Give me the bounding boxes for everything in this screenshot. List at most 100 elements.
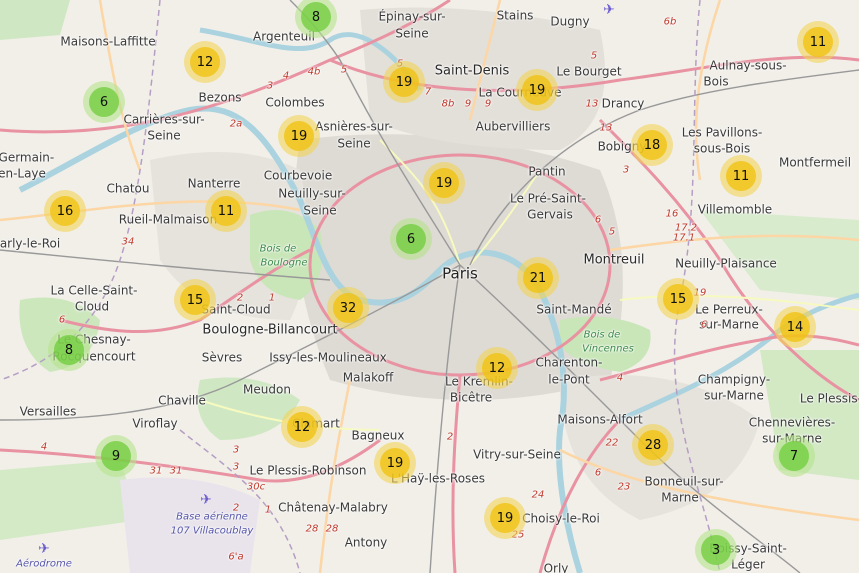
marker-cluster-count: 3 [701,535,731,565]
place-label: Cloud [74,299,110,314]
marker-cluster[interactable]: 6 [83,81,125,123]
marker-cluster[interactable]: 32 [327,287,369,329]
road-number-label: 5 [340,64,348,76]
place-label: Asnières-sur- [315,119,393,134]
marker-cluster[interactable]: 9 [95,435,137,477]
marker-cluster[interactable]: 19 [423,162,465,204]
marker-cluster[interactable]: 16 [44,190,86,232]
marker-cluster[interactable]: 18 [631,124,673,166]
place-label: Vitry-sur-Seine [473,447,561,462]
road-number-label: 13 [599,122,613,134]
marker-cluster-count: 11 [803,27,833,57]
place-label: arly-le-Roi [0,236,61,251]
marker-cluster-count: 32 [333,293,363,323]
marker-cluster[interactable]: 6 [390,218,432,260]
place-label: Neuilly-Plaisance [675,256,777,271]
place-label: Saint-Mandé [536,302,612,317]
place-label: Bicêtre [449,390,493,405]
marker-cluster[interactable]: 15 [657,278,699,320]
marker-cluster[interactable]: 19 [374,442,416,484]
place-label: Colombes [265,95,325,110]
place-label: Le Plessis-Robinson [249,463,367,478]
road-number-label: 5 [608,226,616,238]
park-label: Vincennes [582,343,634,355]
place-label: Gervais [527,207,573,222]
road-number-label: 7 [424,86,432,98]
marker-cluster[interactable]: 19 [484,497,526,539]
place-label: Saint-Denis [434,63,510,79]
park-label: Boulogne [260,257,308,269]
airport-label: Aérodrome [16,558,72,570]
airplane-icon: ✈ [603,2,615,18]
place-label: Boulogne-Billancourt [202,322,338,338]
road-number-label: 6 [700,319,708,331]
marker-cluster[interactable]: 11 [720,155,762,197]
place-label: sur-Marne [699,317,759,332]
place-label: Orly [543,561,569,573]
road-number-label: 6b [663,16,677,28]
place-label: Pantin [528,164,566,179]
road-number-label: 4 [40,441,48,453]
place-label: Sèvres [201,350,243,365]
park-label: Bois de [583,329,621,341]
map-view[interactable]: Épinay-sur- Seine Stains Dugny Maisons-Laffi… [0,0,859,573]
marker-cluster[interactable]: 11 [205,190,247,232]
road-number-label: 34 [121,236,135,248]
road-number-label: 2 [446,431,454,443]
marker-cluster[interactable]: 19 [516,69,558,111]
place-label: en-Laye [0,166,46,181]
road-number-label: 9 [484,98,492,110]
place-label: Maisons-Laffitte [60,34,156,49]
place-label: La Celle-Saint- [50,283,138,298]
place-label: Bois [703,74,729,89]
marker-cluster[interactable]: 19 [383,61,425,103]
marker-cluster[interactable]: 28 [632,424,674,466]
road-number-label: 28 [325,523,339,535]
place-label: Bonneuil-sur- [644,474,724,489]
road-number-label: 24 [531,489,545,501]
place-label: Seine [147,128,181,143]
place-label: Carrières-sur- [123,112,205,127]
road-number-label: 22 [605,437,619,449]
marker-cluster-count: 8 [301,2,331,32]
marker-cluster[interactable]: 14 [774,306,816,348]
road-number-label: 3 [232,444,240,456]
marker-cluster[interactable]: 21 [517,257,559,299]
place-label: Issy-les-Moulineaux [269,350,387,365]
road-number-label: 3 [232,461,240,473]
marker-cluster-count: 6 [396,224,426,254]
road-number-label: 6'a [228,551,244,563]
place-label: Les Pavillons- [681,125,763,140]
road-number-label: 5 [590,50,598,62]
marker-cluster[interactable]: 3 [695,529,737,571]
road-number-label: 31 [149,465,163,477]
place-label: Le Bourget [556,64,622,79]
place-label: Nanterre [187,176,241,191]
road-number-label: 2 [236,292,244,304]
marker-cluster[interactable]: 19 [278,115,320,157]
marker-cluster-count: 14 [780,312,810,342]
park-label: Bois de [259,243,297,255]
place-label: Chatou [106,181,150,196]
marker-cluster[interactable]: 11 [797,21,839,63]
marker-cluster-count: 19 [284,121,314,151]
road-number-label: 16 [665,208,679,220]
place-label: Marne [661,490,699,505]
marker-cluster[interactable]: 12 [476,347,518,389]
place-label: Chennevières- [748,415,836,430]
road-number-label: 2 [232,502,240,514]
marker-cluster[interactable]: 8 [48,329,90,371]
marker-cluster-count: 12 [287,412,317,442]
place-label: Dugny [550,14,590,29]
marker-cluster[interactable]: 12 [281,406,323,448]
marker-cluster-count: 18 [637,130,667,160]
marker-cluster-count: 15 [663,284,693,314]
marker-cluster[interactable]: 12 [184,41,226,83]
place-label: Paris [442,264,478,283]
airplane-icon: ✈ [200,492,212,508]
marker-cluster[interactable]: 7 [773,435,815,477]
place-label: Seine [337,136,371,151]
place-label: Rueil-Malmaison [118,212,218,227]
marker-cluster-count: 28 [638,430,668,460]
marker-cluster[interactable]: 15 [174,279,216,321]
